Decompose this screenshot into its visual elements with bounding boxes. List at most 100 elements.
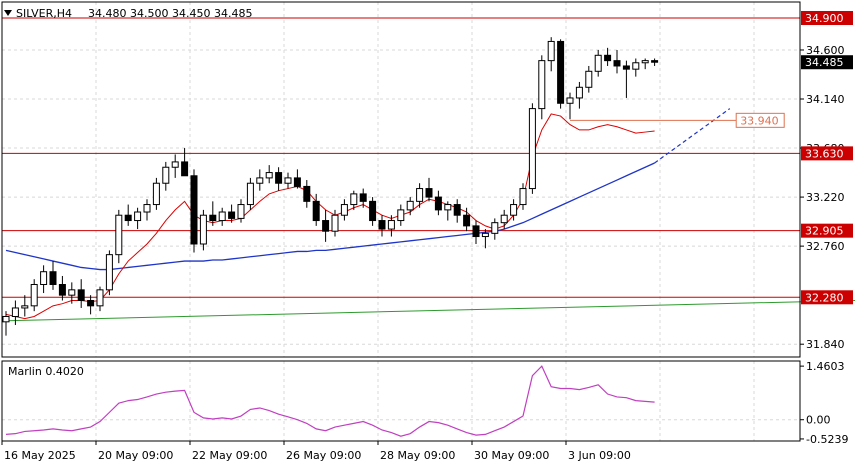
candle-body — [416, 188, 424, 202]
candle-body — [491, 222, 499, 234]
main-lines: 33.940 — [2, 17, 855, 322]
candle-body — [124, 214, 132, 222]
candle-body — [49, 271, 57, 286]
candle-body — [246, 182, 254, 206]
candle-body — [312, 200, 320, 222]
candle-body — [557, 40, 565, 104]
candle-body — [566, 97, 574, 104]
candle-body — [453, 204, 461, 216]
candle-body — [425, 188, 433, 198]
candle-body — [256, 177, 264, 184]
candle-body — [500, 214, 508, 224]
candle-body — [87, 299, 95, 307]
indicator-pane — [2, 365, 800, 437]
level-label: 34.900 — [805, 12, 844, 25]
candle-body — [2, 315, 10, 323]
candle-body — [190, 175, 198, 245]
candle-body — [68, 289, 76, 296]
candles — [2, 37, 659, 336]
level-label: 32.280 — [805, 291, 844, 304]
candle-body — [594, 54, 602, 72]
candle-body — [331, 214, 339, 232]
candle-body — [651, 60, 659, 63]
candle-body — [162, 166, 170, 184]
symbol-label: SILVER,H4 — [16, 7, 72, 20]
candle-body — [105, 254, 113, 291]
candle-body — [96, 289, 104, 307]
candle-body — [77, 289, 85, 301]
candle-body — [21, 305, 29, 309]
candle-body — [510, 204, 518, 216]
candle-body — [209, 214, 217, 222]
candle-body — [11, 307, 19, 317]
x-tick-label: 30 May 09:00 — [474, 449, 549, 462]
candle-body — [58, 284, 66, 296]
candle-body — [397, 209, 405, 222]
candle-body — [538, 60, 546, 110]
indicator-pane-frame — [1, 360, 801, 442]
candle-body — [585, 70, 593, 88]
target-label: 33.940 — [740, 114, 779, 127]
candle-body — [622, 65, 630, 70]
current-price-label: 34.485 — [805, 56, 844, 69]
x-tick-label: 26 May 09:00 — [286, 449, 361, 462]
candle-body — [378, 220, 386, 230]
candle-body — [481, 232, 489, 238]
candle-body — [340, 204, 348, 216]
indicator-label: Marlin 0.4020 — [8, 365, 84, 378]
candle-body — [322, 220, 330, 232]
candle-body — [143, 204, 151, 213]
candle-body — [293, 177, 301, 187]
level-label: 33.630 — [805, 147, 844, 160]
candle-body — [641, 60, 649, 64]
candle-body — [632, 62, 640, 70]
x-tick-label: 16 May 2025 — [4, 449, 76, 462]
dropdown-triangle-icon[interactable] — [4, 10, 12, 16]
candle-body — [30, 284, 38, 307]
candle-body — [134, 211, 142, 222]
level-label: 32.905 — [805, 225, 844, 238]
candle-body — [575, 86, 583, 99]
candle-body — [369, 200, 377, 222]
axes: 34.60034.14033.68033.22032.76031.84016 M… — [1, 1, 853, 462]
candle-body — [350, 193, 358, 206]
candle-body — [604, 54, 612, 62]
candle-body — [613, 60, 621, 67]
y-tick-label: 32.760 — [806, 240, 845, 253]
candle-body — [218, 211, 226, 222]
candle-body — [472, 225, 480, 238]
ohlc-values: 34.480 34.500 34.450 34.485 — [88, 7, 252, 20]
candle-body — [359, 193, 367, 202]
candle-body — [265, 172, 273, 179]
y-tick-label: 33.220 — [806, 191, 845, 204]
candle-body — [463, 214, 471, 227]
x-tick-label: 28 May 09:00 — [380, 449, 455, 462]
x-tick-label: 3 Jun 09:00 — [568, 449, 631, 462]
candle-body — [519, 188, 527, 206]
candle-body — [303, 185, 311, 202]
candle-body — [406, 200, 414, 211]
candle-body — [171, 161, 179, 168]
x-tick-label: 20 May 09:00 — [98, 449, 173, 462]
candle-body — [228, 211, 236, 219]
x-tick-label: 22 May 09:00 — [192, 449, 267, 462]
candle-body — [547, 40, 555, 62]
blue-moving-average — [5, 162, 655, 271]
candle-body — [387, 220, 395, 230]
candle-body — [115, 214, 123, 256]
candle-body — [528, 108, 536, 190]
price-chart[interactable]: 33.940 34.60034.14033.68033.22032.76031.… — [0, 0, 855, 467]
candle-body — [237, 204, 245, 219]
candle-body — [275, 172, 283, 184]
green-trendline — [5, 299, 855, 322]
candle-body — [181, 161, 189, 177]
indicator-y-label: 0.00 — [806, 414, 831, 427]
candle-body — [40, 271, 48, 286]
indicator-y-label: 1.4603 — [806, 360, 845, 373]
candle-body — [152, 182, 160, 206]
y-tick-label: 31.840 — [806, 338, 845, 351]
y-tick-label: 34.140 — [806, 93, 845, 106]
main-pane-frame — [1, 1, 801, 358]
candle-body — [434, 196, 442, 211]
candle-body — [199, 214, 207, 245]
